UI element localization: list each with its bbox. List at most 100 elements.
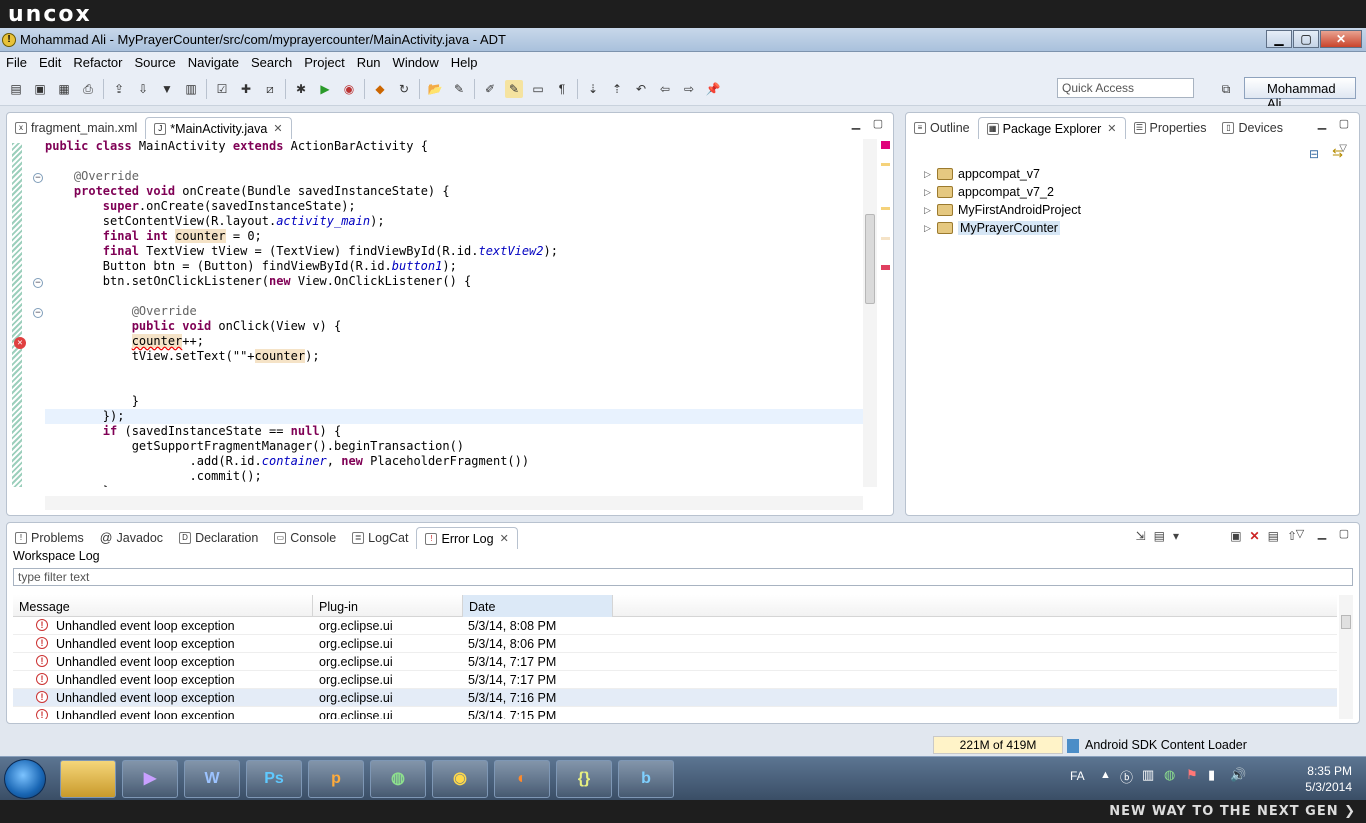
- volume-icon[interactable]: 🔊: [1230, 767, 1246, 783]
- new-class-icon[interactable]: ◆: [371, 80, 389, 98]
- photoshop-icon[interactable]: Ps: [246, 760, 302, 798]
- tab-javadoc[interactable]: @ Javadoc: [92, 527, 171, 549]
- new-project-icon[interactable]: ✚: [237, 80, 255, 98]
- maximize-view-icon[interactable]: ▢: [1337, 529, 1351, 541]
- table-row[interactable]: ! Unhandled event loop exception org.eclip…: [13, 617, 1337, 635]
- app-p-icon[interactable]: p: [308, 760, 364, 798]
- expand-arrow-icon[interactable]: ▷: [924, 205, 934, 216]
- toggle-highlight-icon[interactable]: ✎: [505, 79, 523, 98]
- close-tab-icon[interactable]: ✕: [273, 122, 282, 135]
- tab-problems[interactable]: ! Problems: [7, 527, 92, 549]
- fold-icon[interactable]: −: [33, 173, 43, 183]
- code-area[interactable]: − − − ✕ public class MainActivity extend…: [7, 139, 863, 487]
- expand-arrow-icon[interactable]: ▷: [924, 169, 934, 180]
- editor-vertical-scrollbar[interactable]: [863, 139, 877, 487]
- column-header-plugin[interactable]: Plug-in: [313, 595, 463, 617]
- firefox-icon[interactable]: ◐: [494, 760, 550, 798]
- brackets-icon[interactable]: {}: [556, 760, 612, 798]
- perspective-button[interactable]: Mohammad Ali: [1244, 77, 1356, 111]
- menu-edit[interactable]: Edit: [33, 55, 67, 70]
- lint-icon[interactable]: ☑: [213, 80, 231, 98]
- language-indicator[interactable]: FA: [1070, 769, 1085, 783]
- run-icon[interactable]: ▶: [316, 80, 334, 98]
- fold-icon[interactable]: −: [33, 308, 43, 318]
- import-log-icon[interactable]: ▤: [1154, 529, 1165, 543]
- tray-globe-icon[interactable]: ◍: [1164, 767, 1175, 783]
- action-center-icon[interactable]: ⚑: [1186, 767, 1198, 783]
- occurrence-mark[interactable]: [881, 163, 890, 166]
- clear-log-icon[interactable]: ▣: [1230, 529, 1241, 543]
- search-icon[interactable]: ✎: [450, 80, 468, 98]
- menu-refactor[interactable]: Refactor: [67, 55, 128, 70]
- table-row[interactable]: ! Unhandled event loop exception org.eclip…: [13, 707, 1337, 719]
- close-tab-icon[interactable]: ✕: [1107, 122, 1116, 135]
- quick-access-input[interactable]: Quick Access: [1057, 78, 1194, 98]
- fold-icon[interactable]: −: [33, 278, 43, 288]
- maximize-view-icon[interactable]: ▢: [1337, 119, 1351, 131]
- network-icon[interactable]: ▥: [1142, 767, 1154, 783]
- toggle-mark-occurrences-icon[interactable]: ✐: [481, 80, 499, 98]
- menu-window[interactable]: Window: [387, 55, 445, 70]
- show-whitespace-icon[interactable]: ¶: [553, 80, 571, 98]
- tab-fragment-main-xml[interactable]: x fragment_main.xml: [7, 117, 145, 139]
- refresh-icon[interactable]: ↻: [395, 80, 413, 98]
- menu-file[interactable]: File: [0, 55, 33, 70]
- menu-run[interactable]: Run: [351, 55, 387, 70]
- new-icon[interactable]: ▤: [7, 80, 25, 98]
- android-sdk-manager-icon[interactable]: ▼: [158, 80, 176, 98]
- table-row[interactable]: ! Unhandled event loop exception org.eclip…: [13, 653, 1337, 671]
- menu-navigate[interactable]: Navigate: [182, 55, 245, 70]
- tab-outline[interactable]: ≡ Outline: [906, 117, 978, 139]
- filter-dropdown-icon[interactable]: ▾: [1173, 529, 1179, 543]
- tray-app-icon[interactable]: ⓑ: [1120, 767, 1133, 786]
- minimize-button[interactable]: ▁: [1266, 30, 1292, 48]
- minimize-view-icon[interactable]: ▁: [1315, 529, 1329, 541]
- tab-main-activity-java[interactable]: J *MainActivity.java ✕: [145, 117, 292, 139]
- maximize-button[interactable]: ▢: [1293, 30, 1319, 48]
- menu-project[interactable]: Project: [298, 55, 350, 70]
- error-marker-icon[interactable]: ✕: [14, 337, 26, 349]
- view-menu-icon[interactable]: ▽: [1339, 143, 1347, 154]
- scroll-thumb[interactable]: [1341, 615, 1351, 629]
- block-selection-icon[interactable]: ▭: [529, 80, 547, 98]
- collapse-all-icon[interactable]: ⊟: [1309, 147, 1319, 161]
- avd-manager-icon[interactable]: ▥: [182, 80, 200, 98]
- project-appcompat-v7-2[interactable]: ▷ appcompat_v7_2: [924, 183, 1324, 201]
- table-row[interactable]: ! Unhandled event loop exception org.eclip…: [13, 635, 1337, 653]
- show-hidden-icons-icon[interactable]: ▲: [1100, 769, 1111, 781]
- table-row[interactable]: ! Unhandled event loop exception org.eclip…: [13, 671, 1337, 689]
- occurrence-mark[interactable]: [881, 237, 890, 240]
- web-globe-icon[interactable]: ◍: [370, 760, 426, 798]
- minimize-view-icon[interactable]: ▁: [1315, 119, 1329, 131]
- debug-icon[interactable]: ✱: [292, 80, 310, 98]
- save-icon[interactable]: ▣: [31, 80, 49, 98]
- table-row[interactable]: ! Unhandled event loop exception org.eclip…: [13, 689, 1337, 707]
- export-log-icon[interactable]: ⇲: [1136, 529, 1146, 543]
- open-type-icon[interactable]: 📂: [426, 80, 444, 98]
- save-all-icon[interactable]: ▦: [55, 80, 73, 98]
- garbage-collect-icon[interactable]: [1067, 738, 1079, 753]
- tab-properties[interactable]: ☰ Properties: [1126, 117, 1215, 139]
- tab-declaration[interactable]: D Declaration: [171, 527, 266, 549]
- filter-input[interactable]: type filter text: [13, 568, 1353, 586]
- last-edit-location-icon[interactable]: ↶: [632, 80, 650, 98]
- chrome-icon[interactable]: ◉: [432, 760, 488, 798]
- editor-horizontal-scrollbar[interactable]: [45, 496, 863, 510]
- expand-arrow-icon[interactable]: ▷: [924, 223, 934, 234]
- column-header-message[interactable]: Message: [13, 595, 313, 617]
- forward-icon[interactable]: ⇨: [680, 80, 698, 98]
- project-appcompat-v7[interactable]: ▷ appcompat_v7: [924, 165, 1324, 183]
- menu-source[interactable]: Source: [129, 55, 182, 70]
- visual-studio-icon[interactable]: ▶: [122, 760, 178, 798]
- table-vertical-scrollbar[interactable]: [1339, 595, 1353, 719]
- project-myfirstandroidproject[interactable]: ▷ MyFirstAndroidProject: [924, 201, 1324, 219]
- open-perspective-icon[interactable]: ⧉: [1217, 80, 1235, 98]
- project-myprayercounter[interactable]: ▷ MyPrayerCounter: [924, 219, 1324, 237]
- word-icon[interactable]: W: [184, 760, 240, 798]
- tab-logcat[interactable]: ≣ LogCat: [344, 527, 416, 549]
- previous-annotation-icon[interactable]: ⇡: [608, 80, 626, 98]
- open-log-icon[interactable]: ▤: [1268, 529, 1279, 543]
- minimize-view-icon[interactable]: ▁: [849, 119, 863, 131]
- tab-console[interactable]: ▭ Console: [266, 527, 344, 549]
- heap-status[interactable]: 221M of 419M: [933, 736, 1063, 754]
